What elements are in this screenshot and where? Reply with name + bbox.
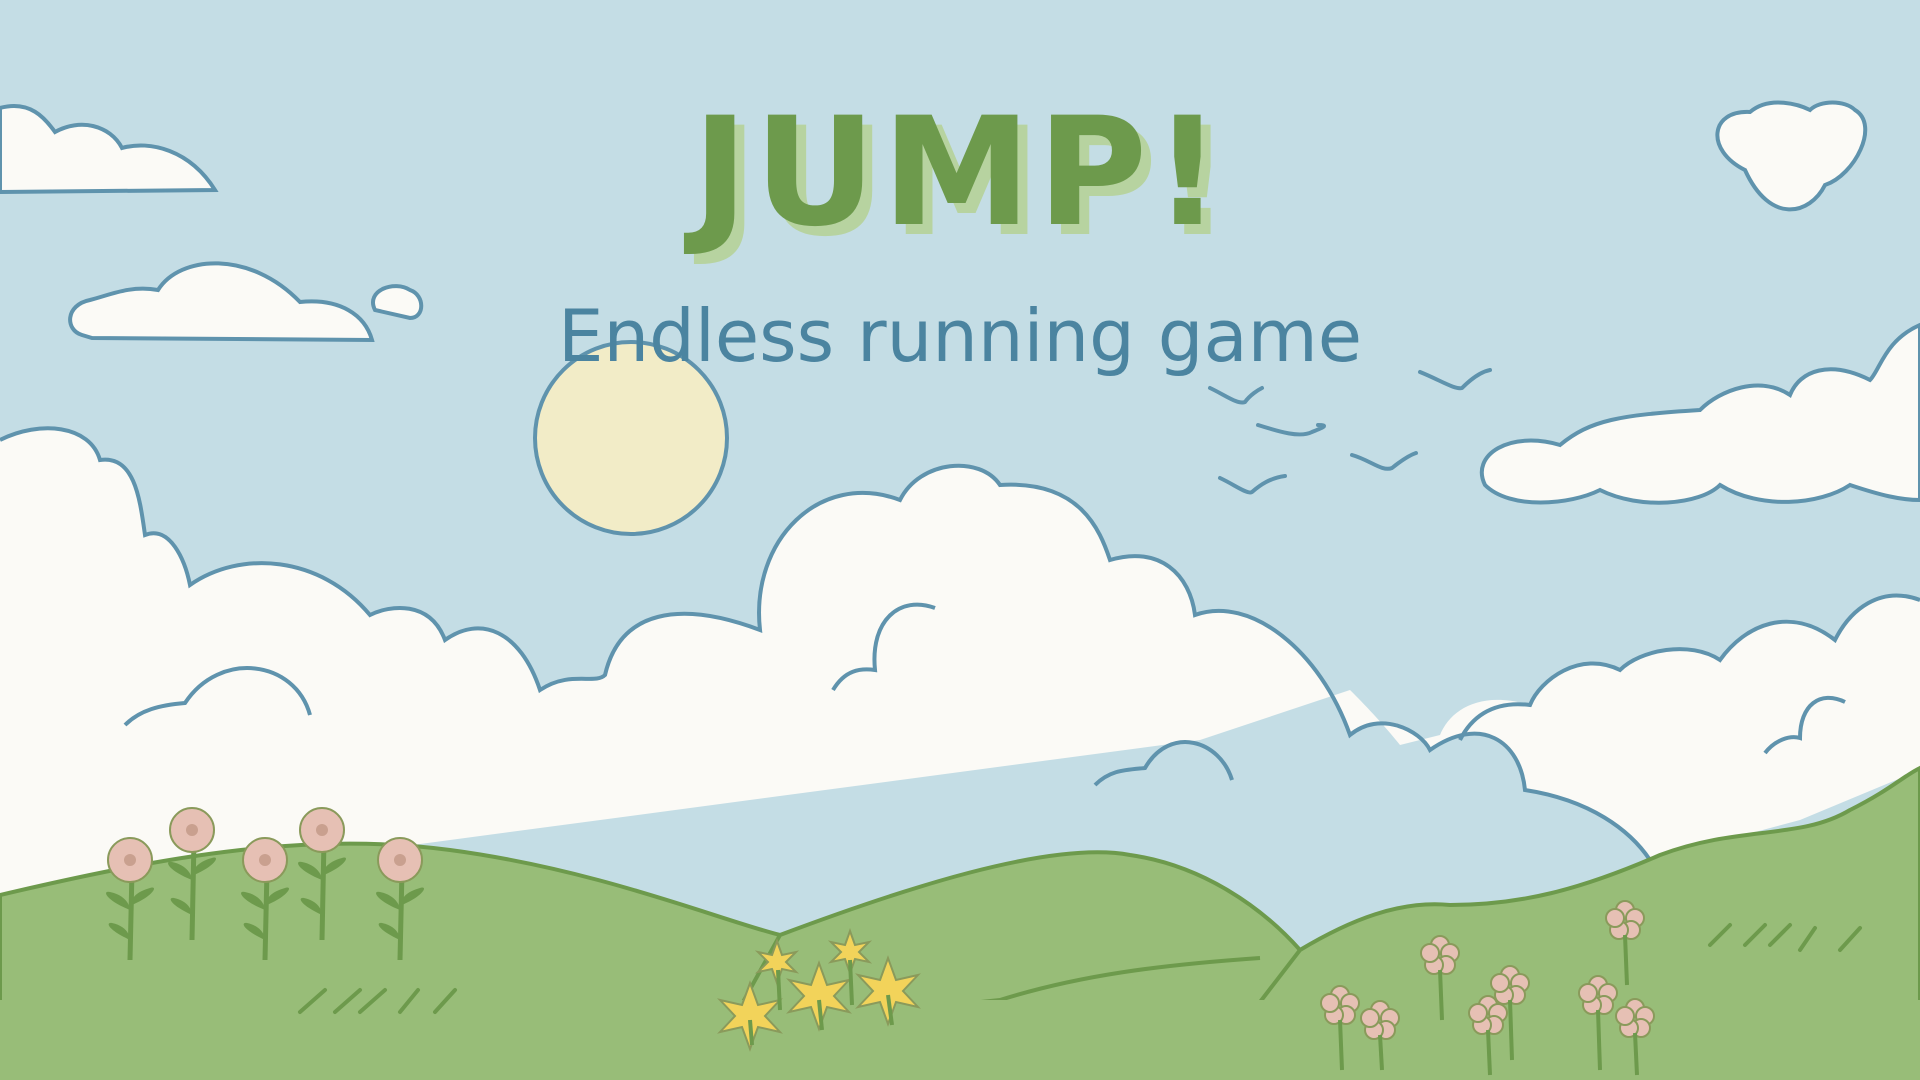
game-subtitle: Endless running game xyxy=(0,300,1920,372)
game-subtitle-text: Endless running game xyxy=(557,294,1363,378)
game-title: JUMP! xyxy=(0,98,1920,248)
game-title-text: JUMP! xyxy=(692,86,1228,260)
game-title-screen: JUMP! Endless running game xyxy=(0,0,1920,1080)
